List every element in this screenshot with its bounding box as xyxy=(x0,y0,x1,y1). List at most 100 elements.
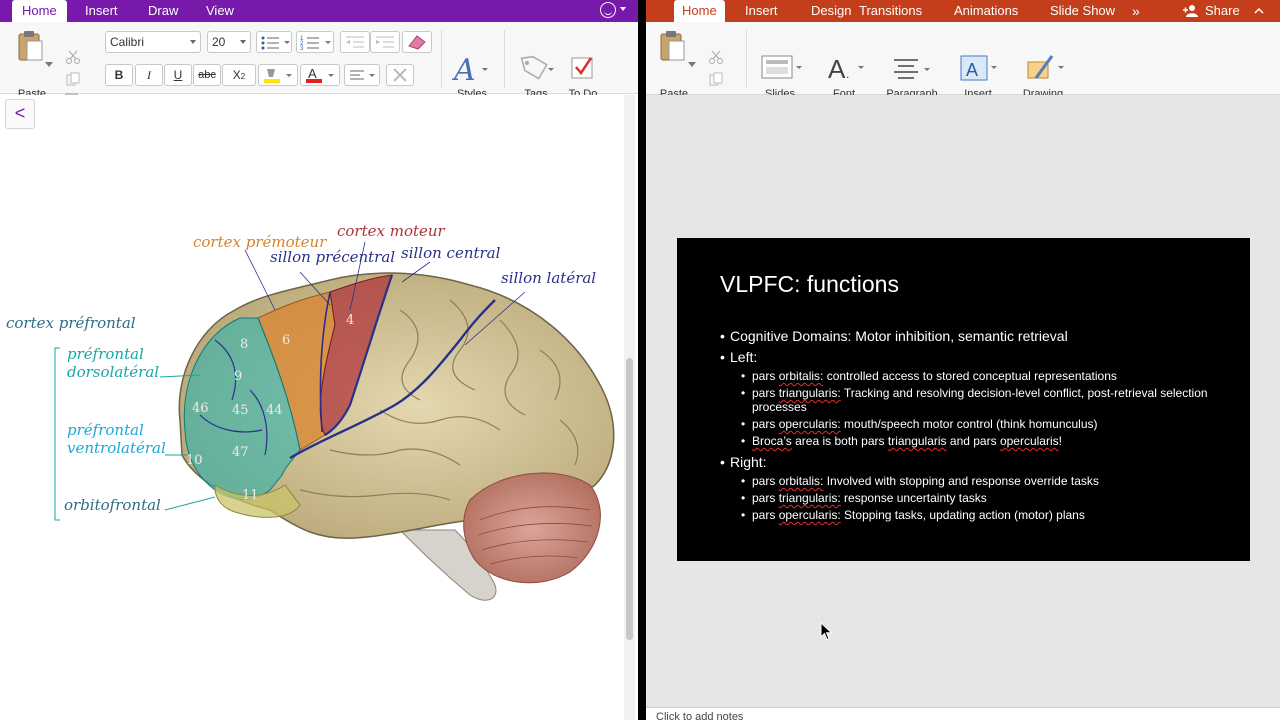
font-size-field[interactable]: 20 xyxy=(207,31,251,53)
svg-text:A: A xyxy=(308,66,317,81)
label-sillon-precentral: sillon précentral xyxy=(270,248,396,266)
eraser-icon xyxy=(408,35,426,50)
left-triangularis-term: triangularis: xyxy=(778,386,841,400)
strikethrough-button[interactable]: abc xyxy=(193,64,221,86)
paste-dropdown-icon[interactable] xyxy=(688,62,696,68)
paste-dropdown-icon[interactable] xyxy=(45,62,53,68)
ppt-tab-animations[interactable]: Animations xyxy=(946,0,1026,22)
left-triangularis-bullet: pars triangularis: Tracking and resolvin… xyxy=(720,386,1220,414)
label-prefrontal-dorsolateral-1: préfrontal xyxy=(67,345,144,363)
ppt-tab-transitions[interactable]: Transitions xyxy=(851,0,930,22)
subscript-button[interactable]: X2 xyxy=(222,64,256,86)
font-icon[interactable]: A. xyxy=(826,52,866,86)
more-tabs-chevron-icon[interactable]: » xyxy=(1124,0,1148,22)
slide-body[interactable]: Cognitive Domains: Motor inhibition, sem… xyxy=(720,324,1220,522)
underline-button[interactable]: U xyxy=(164,64,192,86)
right-opercularis-text: Stopping tasks, updating action (motor) … xyxy=(840,508,1085,522)
svg-text:A: A xyxy=(828,54,846,84)
numbering-button[interactable]: 123 xyxy=(296,31,334,53)
label-sillon-central: sillon central xyxy=(401,244,501,262)
broca-bullet: Broca’s area is both pars triangularis a… xyxy=(720,434,1220,448)
font-color-button[interactable]: A xyxy=(300,64,340,86)
cerebellum-shape xyxy=(463,472,601,584)
font-name-field[interactable]: Calibri xyxy=(105,31,201,53)
paragraph-icon[interactable] xyxy=(892,56,934,82)
ppt-tab-home[interactable]: Home xyxy=(674,0,725,22)
bullet-list-icon xyxy=(261,36,290,50)
left-triangularis-lead: pars xyxy=(752,386,779,400)
brodmann-area-label: 10 xyxy=(186,453,203,468)
brodmann-area-label: 9 xyxy=(234,369,242,384)
new-slide-icon[interactable] xyxy=(760,54,806,84)
left-orbitalis-lead: pars xyxy=(752,369,779,383)
clear-all-button[interactable] xyxy=(386,64,414,86)
brodmann-area-label: 44 xyxy=(266,403,283,418)
share-button[interactable]: Share xyxy=(1197,0,1248,22)
slide-thumbnail-main[interactable]: VLPFC: functions Cognitive Domains: Moto… xyxy=(677,238,1250,561)
brodmann-area-label: 11 xyxy=(242,488,259,503)
onenote-tab-insert[interactable]: Insert xyxy=(75,0,128,22)
broca-term: Broca’s xyxy=(752,434,792,448)
brodmann-area-label: 6 xyxy=(282,333,290,348)
label-prefrontal-ventrolateral-2: ventrolatéral xyxy=(67,439,166,457)
slide-title[interactable]: VLPFC: functions xyxy=(720,271,899,298)
copy-icon[interactable] xyxy=(709,72,723,86)
paste-icon[interactable] xyxy=(14,30,48,64)
onenote-tab-view[interactable]: View xyxy=(196,0,244,22)
italic-button[interactable]: I xyxy=(135,64,163,86)
highlight-button[interactable] xyxy=(258,64,298,86)
font-name-dropdown-icon[interactable] xyxy=(190,40,196,44)
broca-triangularis: triangularis xyxy=(887,434,947,448)
drawing-shapes-icon[interactable] xyxy=(1024,52,1066,86)
left-orbitalis-bullet: pars orbitalis: controlled access to sto… xyxy=(720,369,1220,383)
right-orbitalis-lead: pars xyxy=(752,474,779,488)
right-opercularis-lead: pars xyxy=(752,508,779,522)
onenote-tab-home[interactable]: Home xyxy=(12,0,67,22)
brodmann-area-label: 8 xyxy=(240,337,248,352)
font-size-value: 20 xyxy=(212,35,226,49)
align-button[interactable] xyxy=(344,64,380,86)
onenote-tab-bar: Home Insert Draw View xyxy=(0,0,638,22)
copy-icon[interactable] xyxy=(66,72,80,86)
ppt-tab-slideshow[interactable]: Slide Show xyxy=(1042,0,1123,22)
bullets-button[interactable] xyxy=(256,31,292,53)
align-left-icon xyxy=(350,70,375,80)
font-color-icon: A xyxy=(306,66,334,83)
label-sillon-lateral: sillon latéral xyxy=(501,269,597,287)
ppt-tab-bar: Home Insert Design Transitions Animation… xyxy=(646,0,1280,22)
tag-icon[interactable] xyxy=(516,54,556,84)
bullet-right: Right: xyxy=(720,454,1220,471)
ribbon-divider xyxy=(746,30,747,88)
decrease-indent-button[interactable] xyxy=(340,31,370,53)
close-icon xyxy=(393,68,407,82)
ppt-tab-insert[interactable]: Insert xyxy=(737,0,786,22)
subscript-label: X xyxy=(232,68,241,82)
highlighter-icon xyxy=(264,69,292,83)
paste-icon[interactable] xyxy=(656,30,690,64)
right-triangularis-text: response uncertainty tasks xyxy=(840,491,987,505)
label-prefrontal-ventrolateral-1: préfrontal xyxy=(67,421,144,439)
todo-checkbox-icon[interactable] xyxy=(570,54,596,82)
ribbon-divider xyxy=(441,30,442,88)
notes-pane[interactable]: Click to add notes xyxy=(646,707,1280,720)
broca-opercularis: opercularis xyxy=(999,434,1059,448)
scissors-icon[interactable] xyxy=(709,50,723,64)
styles-icon[interactable]: A xyxy=(452,52,492,86)
insert-shapes-icon[interactable]: A xyxy=(959,52,1001,84)
back-chevron-icon[interactable]: < xyxy=(5,99,35,129)
ppt-ribbon: Paste Slides A. Font Paragraph A Insert … xyxy=(646,22,1280,107)
collapse-ribbon-chevron-icon[interactable] xyxy=(1254,7,1264,14)
left-opercularis-lead: pars xyxy=(752,417,779,431)
brodmann-area-label: 46 xyxy=(192,401,209,416)
scissors-icon[interactable] xyxy=(66,50,80,64)
feedback-chevron-down-icon[interactable] xyxy=(620,7,626,11)
font-size-dropdown-icon[interactable] xyxy=(240,40,246,44)
broca-text-3: ! xyxy=(1058,434,1062,448)
increase-indent-button[interactable] xyxy=(370,31,400,53)
split-view-divider[interactable] xyxy=(638,0,646,720)
feedback-smiley-icon[interactable] xyxy=(600,2,616,18)
brodmann-area-label: 45 xyxy=(232,403,249,418)
bold-button[interactable]: B xyxy=(105,64,133,86)
clear-formatting-button[interactable] xyxy=(402,31,432,53)
onenote-tab-draw[interactable]: Draw xyxy=(138,0,188,22)
